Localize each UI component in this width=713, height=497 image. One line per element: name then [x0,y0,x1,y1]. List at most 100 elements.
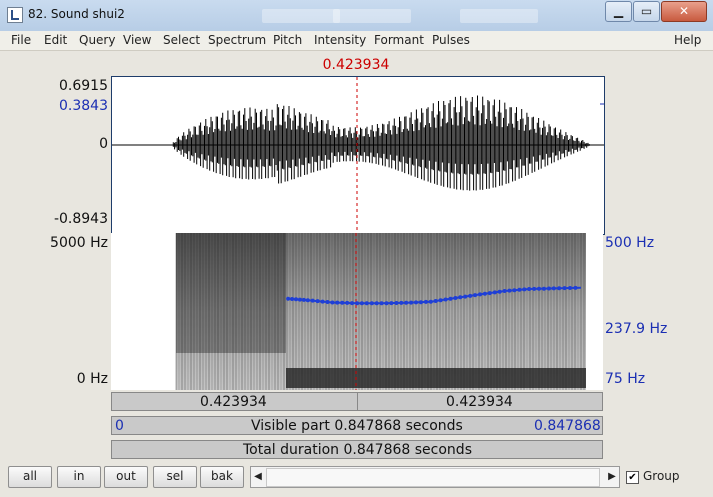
pitch-point [497,289,502,294]
pitch-point [568,286,572,290]
pitch-point [389,301,394,306]
pitch-point [468,293,473,298]
spectrogram-top-freq: 5000 Hz [50,235,108,251]
menu-bar: File Edit Query View Select Spectrum Pit… [0,31,713,51]
pitch-point [290,297,295,301]
total-duration-label: Total duration 0.847868 seconds [243,442,472,458]
maximize-icon: ▭ [640,4,653,18]
pitch-point [448,296,453,301]
pitch-point [557,286,562,291]
pitch-point [428,299,433,304]
background-ghost-3 [460,9,538,23]
menu-view[interactable]: View [123,33,151,47]
spectrogram-fricative [176,233,286,353]
spectrogram-plot [175,233,586,390]
pitch-top-label: 500 Hz [605,235,655,251]
bottom-toolbar: all in out sel bak ◀ ▶ ✔ Group [0,461,713,497]
pitch-point [394,301,399,305]
pitch-point [512,288,517,293]
zoom-in-button[interactable]: in [57,466,101,488]
close-button[interactable]: ✕ [661,1,707,22]
background-ghost-2 [333,9,411,23]
spectrogram-low-band [286,368,586,388]
pitch-point [294,297,298,302]
visible-end: 0.847868 [534,418,601,434]
group-label: Group [643,469,680,483]
scroll-left-icon[interactable]: ◀ [251,467,265,487]
pitch-point [315,299,320,304]
pitch-point [532,286,537,291]
pitch-point [573,285,578,290]
pitch-point [369,301,374,306]
pitch-point [419,300,423,305]
waveform-panel[interactable] [111,76,605,235]
pitch-point [443,297,448,302]
menu-help[interactable]: Help [674,33,701,47]
cursor-time-bar[interactable]: 0.423934 0.423934 [111,392,603,411]
pitch-point [384,301,389,306]
zoom-sel-button[interactable]: sel [153,466,197,488]
pitch-point [478,292,482,297]
horizontal-scrollbar[interactable]: ◀ ▶ [250,466,620,488]
pitch-point [286,296,291,301]
pitch-point [453,296,458,300]
pitch-point [433,299,438,303]
scrollbar-thumb[interactable] [266,468,600,487]
pitch-point [325,300,330,304]
waveform-plot [112,77,604,234]
menu-spectrum[interactable]: Spectrum [208,33,266,47]
spectrogram-panel[interactable] [111,233,603,390]
pitch-point [537,286,541,291]
waveform-zero-label: 0 [99,136,108,152]
maximize-button[interactable]: ▭ [633,1,660,22]
spectrogram-bottom-freq: 0 Hz [76,371,108,387]
time-bar-left-label: 0.423934 [200,394,267,410]
pitch-point [482,291,487,296]
scroll-right-icon[interactable]: ▶ [605,467,619,487]
menu-file[interactable]: File [11,33,31,47]
title-bar: 82. Sound shui2 ▁ ▭ ✕ [0,0,713,32]
total-duration-bar[interactable]: Total duration 0.847868 seconds [111,440,603,459]
pitch-point [438,298,443,303]
pitch-point [487,291,492,296]
pitch-point [423,299,428,304]
menu-edit[interactable]: Edit [44,33,67,47]
waveform-signal [172,95,590,191]
pitch-point [409,300,414,305]
praat-app-icon [7,7,23,23]
pitch-point [364,301,369,306]
pitch-point [305,298,310,303]
menu-intensity[interactable]: Intensity [314,33,366,47]
visible-part-bar[interactable]: 0 Visible part 0.847868 seconds 0.847868 [111,416,603,435]
minimize-button[interactable]: ▁ [605,1,632,22]
pitch-bottom-label: 75 Hz [605,371,646,387]
pitch-point [458,295,463,300]
menu-formant[interactable]: Formant [374,33,424,47]
group-checkbox[interactable]: ✔ [626,471,639,484]
menu-pulses[interactable]: Pulses [432,33,470,47]
pitch-point [492,290,497,295]
pitch-point [517,287,522,292]
time-bar-right-label: 0.423934 [446,394,513,410]
visible-part-label: Visible part 0.847868 seconds [251,418,463,434]
waveform-min-label: -0.8943 [53,211,108,227]
pitch-point [301,297,306,302]
zoom-all-button[interactable]: all [8,466,52,488]
waveform-max-label: 0.6915 [59,78,108,94]
pitch-point [551,286,556,291]
minimize-icon: ▁ [613,4,624,18]
pitch-point [340,300,345,305]
menu-select[interactable]: Select [163,33,200,47]
pitch-point [330,300,335,305]
zoom-back-button[interactable]: bak [200,466,244,488]
pitch-point [507,288,512,293]
pitch-point [359,301,364,306]
pitch-point [297,297,302,302]
pitch-point [404,300,409,305]
pitch-point [335,300,340,305]
menu-pitch[interactable]: Pitch [273,33,302,47]
cursor-time-label: 0.423934 [322,57,390,73]
pitch-point [463,294,468,299]
zoom-out-button[interactable]: out [104,466,148,488]
menu-query[interactable]: Query [79,33,115,47]
